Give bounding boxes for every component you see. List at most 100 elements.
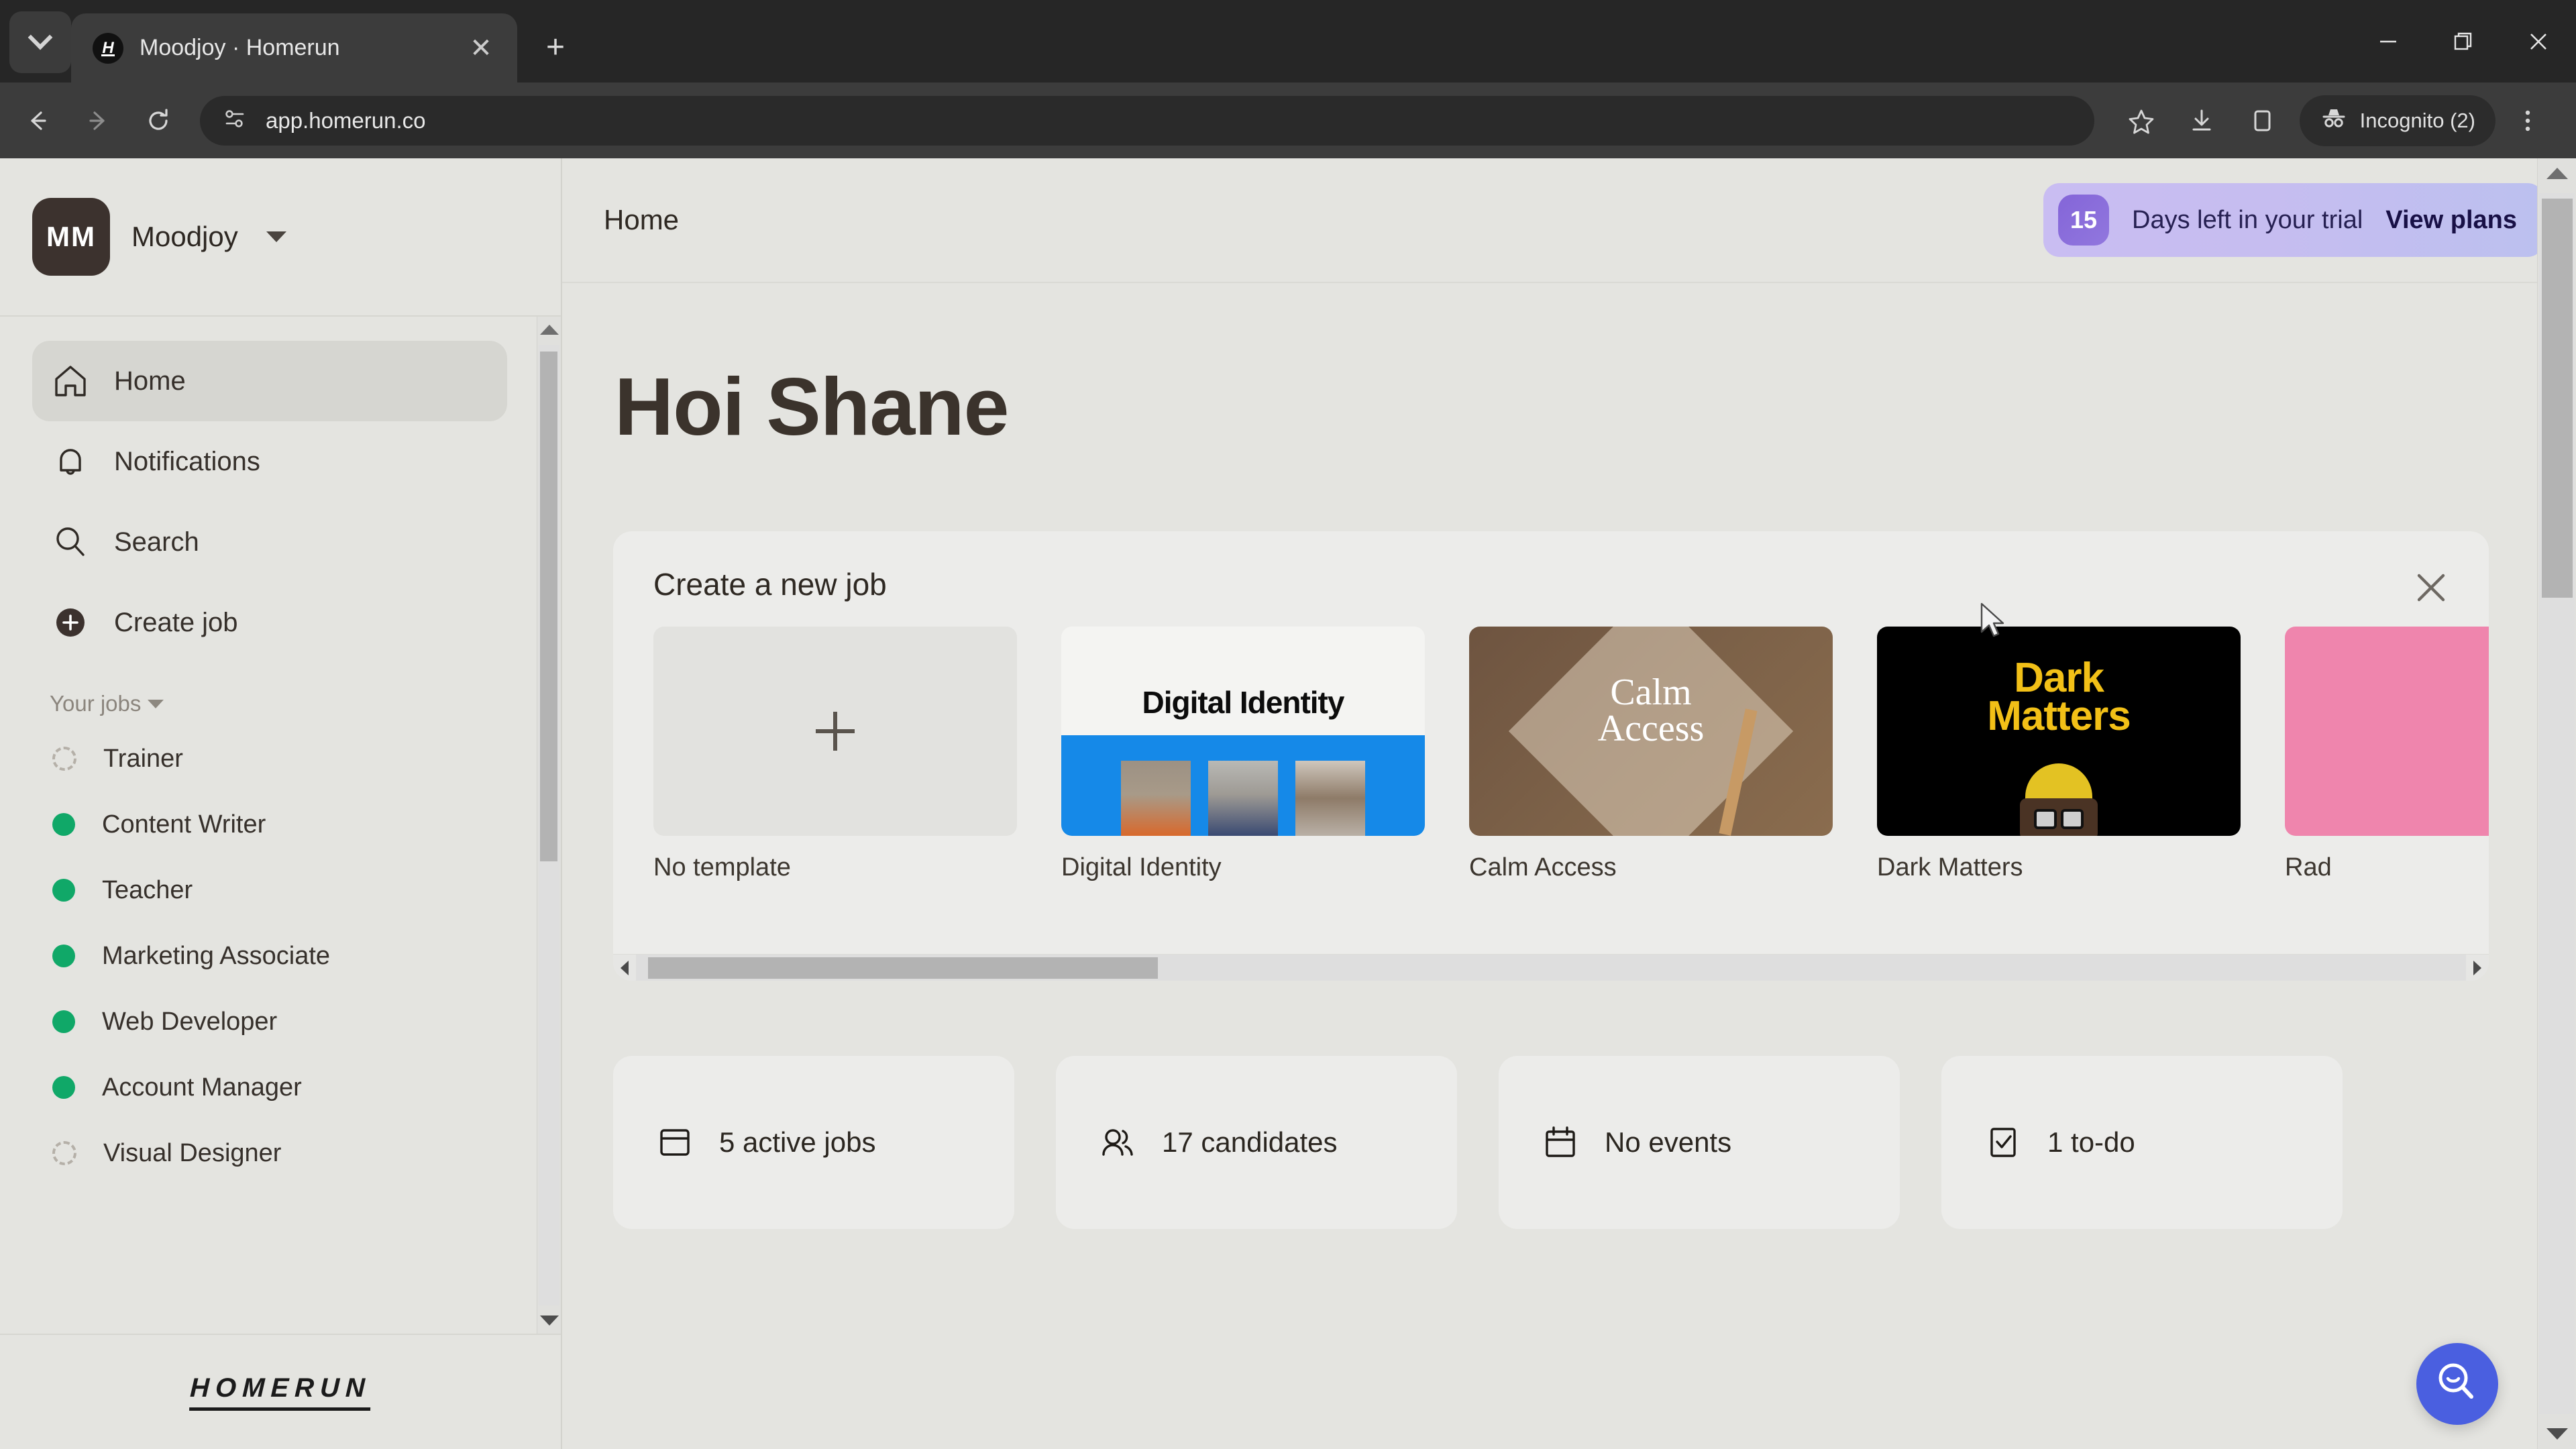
new-tab-button[interactable]: + [529,21,582,73]
page-settings-icon[interactable] [221,105,248,136]
sidebar-job-account-manager[interactable]: Account Manager [0,1055,534,1120]
profile-label: Incognito (2) [2359,108,2475,132]
stat-card-active-jobs[interactable]: 5 active jobs [613,1056,1014,1229]
template-list: No template Digital Identity Digital Ide… [613,627,2489,882]
minimize-icon[interactable] [2351,0,2426,83]
photo-thumb [1295,761,1365,836]
sidebar-job-trainer[interactable]: Trainer [0,726,534,792]
scroll-up-icon[interactable] [2546,168,2568,179]
sidebar-scrollbar[interactable] [537,317,561,1334]
scroll-down-icon[interactable] [2546,1428,2568,1440]
browser-tab[interactable]: H Moodjoy · Homerun ✕ [71,13,517,83]
your-jobs-label: Your jobs [50,691,142,716]
forward-icon[interactable] [70,93,126,149]
main-content: Hoi Shane Create a new job No template D… [562,284,2537,1449]
sidebar-job-visual-designer[interactable]: Visual Designer [0,1120,534,1186]
sidebar-job-web-developer[interactable]: Web Developer [0,989,534,1055]
template-digital-identity[interactable]: Digital Identity Digital Identity [1061,627,1425,882]
checkbox-icon [1983,1122,2023,1163]
template-thumbnail[interactable]: Dark Matters [1877,627,2241,836]
download-icon[interactable] [2174,93,2230,149]
reload-icon[interactable] [130,93,186,149]
template-radical[interactable]: Rad [2285,627,2489,882]
page-scrollbar[interactable] [2537,158,2576,1449]
status-badge [52,747,76,771]
template-thumbnail[interactable] [653,627,1017,836]
mouse-cursor [1980,602,2011,646]
your-jobs-section-header[interactable]: Your jobs [50,691,534,716]
template-horizontal-scrollbar[interactable] [613,954,2489,981]
sidebar-job-content-writer[interactable]: Content Writer [0,792,534,857]
triangle-left-icon[interactable] [613,955,636,981]
trial-days-badge: 15 [2058,195,2110,246]
greeting-heading: Hoi Shane [614,361,1010,452]
stat-card-candidates[interactable]: 17 candidates [1056,1056,1457,1229]
close-icon[interactable] [2501,0,2576,83]
stat-label: 5 active jobs [719,1126,876,1158]
template-photo-band [1061,735,1425,836]
template-label: Rad [2285,853,2332,881]
template-calm-access[interactable]: Calm Access Calm Access [1469,627,1833,882]
template-scrollbar-thumb[interactable] [648,957,1158,979]
job-label: Web Developer [102,1007,278,1036]
close-icon[interactable] [2407,564,2455,612]
template-thumbnail[interactable] [2285,627,2489,836]
search-smile-icon [2431,1356,2483,1412]
address-bar[interactable]: app.homerun.co [200,95,2094,146]
sidebar-scrollbar-thumb[interactable] [540,352,557,861]
template-label: Digital Identity [1061,853,1222,881]
triangle-right-icon[interactable] [2466,955,2489,981]
stat-card-events[interactable]: No events [1499,1056,1900,1229]
close-icon[interactable]: ✕ [462,30,500,67]
homerun-logo: HOMERUN [189,1373,372,1411]
sidebar: MM Moodjoy Home Notifications Search Cre… [0,158,562,1449]
chevron-down-icon[interactable] [266,231,286,242]
browser-toolbar: app.homerun.co Incognito (2) [0,83,2576,158]
page-scrollbar-thumb[interactable] [2542,199,2573,598]
incognito-profile-button[interactable]: Incognito (2) [2299,95,2496,146]
template-thumbnail[interactable]: Digital Identity [1061,627,1425,836]
people-icon [1097,1122,1138,1163]
sidebar-item-notifications[interactable]: Notifications [32,421,507,502]
trial-banner[interactable]: 15 Days left in your trial View plans [2043,183,2544,257]
template-no-template[interactable]: No template [653,627,1017,882]
sidebar-job-teacher[interactable]: Teacher [0,857,534,923]
search-icon [51,523,90,561]
job-label: Marketing Associate [102,941,331,970]
sidebar-item-home[interactable]: Home [32,341,507,421]
chevron-down-icon [148,699,164,708]
sidebar-item-create-job[interactable]: Create job [32,582,507,663]
incognito-icon [2320,104,2348,138]
template-label: Calm Access [1469,853,1617,881]
sidebar-item-search[interactable]: Search [32,502,507,582]
scroll-down-icon[interactable] [539,1316,559,1326]
template-scrollbar-track[interactable] [636,954,2466,981]
three-dots-icon[interactable] [2500,93,2556,149]
create-new-job-title: Create a new job [653,567,887,602]
url-text: app.homerun.co [266,107,426,133]
back-icon[interactable] [9,93,66,149]
status-badge [52,1076,75,1099]
main-area: Home 15 Days left in your trial View pla… [562,158,2576,1449]
sidebar-job-marketing-associate[interactable]: Marketing Associate [0,923,534,989]
window-controls [2351,0,2576,83]
stats-row: 5 active jobs 17 candidates No events 1 … [613,1056,2537,1229]
restore-icon[interactable] [2426,0,2501,83]
view-plans-link[interactable]: View plans [2385,206,2517,235]
side-panel-icon[interactable] [2234,93,2290,149]
template-dark-matters[interactable]: Dark Matters Dark Matters [1877,627,2241,882]
template-label: Dark Matters [1877,853,2023,881]
scroll-up-icon[interactable] [539,325,559,335]
bell-icon [51,442,90,481]
job-label: Teacher [102,875,193,904]
tab-title: Moodjoy · Homerun [140,35,340,60]
star-icon[interactable] [2113,93,2169,149]
tab-search-button[interactable] [9,11,71,73]
stat-label: 1 to-do [2047,1126,2135,1158]
search-fab-button[interactable] [2416,1343,2498,1425]
org-switcher[interactable]: MM Moodjoy [0,158,561,317]
favicon-icon: H [93,32,123,64]
sidebar-scroll-area: Home Notifications Search Create job You… [0,317,561,1334]
template-thumbnail[interactable]: Calm Access [1469,627,1833,836]
stat-card-todo[interactable]: 1 to-do [1941,1056,2343,1229]
